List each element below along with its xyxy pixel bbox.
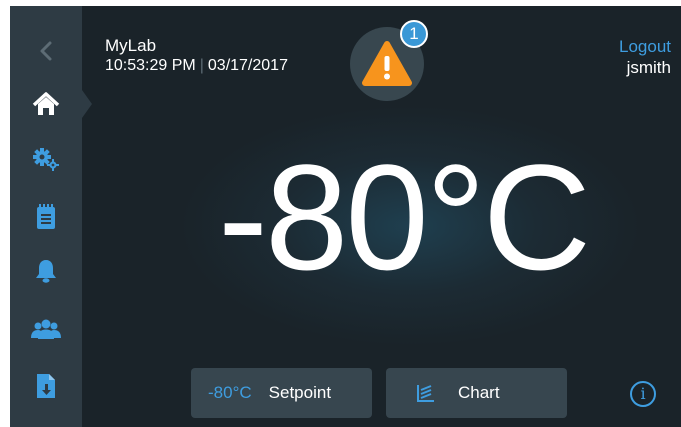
sidebar [10, 6, 92, 427]
sidebar-item-users[interactable] [10, 308, 82, 352]
users-group-icon [31, 319, 61, 339]
back-chevron-icon [40, 41, 52, 61]
logout-link[interactable]: Logout [619, 37, 671, 57]
document-download-icon [37, 374, 55, 398]
sidebar-item-alarms[interactable] [10, 249, 82, 293]
datetime-separator: | [199, 57, 204, 74]
settings-gears-icon [33, 148, 59, 171]
alert-count-badge: 1 [400, 20, 428, 48]
chart-label: Chart [458, 383, 500, 402]
home-icon [32, 92, 60, 115]
sidebar-item-export[interactable] [10, 364, 82, 408]
info-icon[interactable]: i [630, 381, 656, 407]
sidebar-item-home[interactable] [10, 82, 92, 126]
current-time: 10:53:29 PM [105, 57, 196, 74]
current-temperature: -80°C [218, 133, 591, 301]
clipboard-log-icon [37, 204, 55, 229]
setpoint-value: -80°C [208, 383, 252, 402]
bell-alarm-icon [36, 260, 56, 283]
username: jsmith [626, 58, 671, 77]
setpoint-label: Setpoint [268, 383, 332, 402]
back-button[interactable] [10, 29, 82, 73]
screen: MyLab 10:53:29 PM | 03/17/2017 1 Logout js… [10, 6, 681, 427]
current-date: 03/17/2017 [207, 57, 288, 74]
chart-icon [416, 383, 436, 403]
sidebar-item-settings[interactable] [10, 137, 82, 181]
app-name: MyLab [105, 36, 157, 55]
sidebar-item-log[interactable] [10, 195, 82, 239]
setpoint-button[interactable]: -80°C Setpoint [191, 368, 372, 418]
datetime: 10:53:29 PM | 03/17/2017 [105, 56, 288, 75]
chart-button[interactable]: Chart [386, 368, 567, 418]
